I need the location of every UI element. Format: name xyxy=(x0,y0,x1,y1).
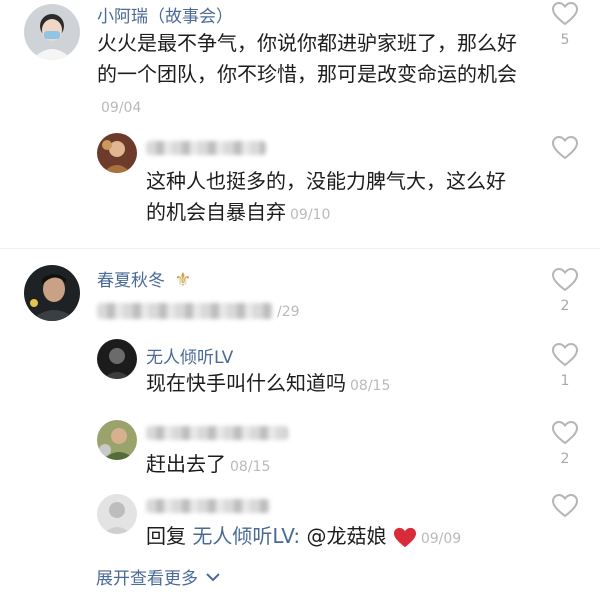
chevron-down-icon xyxy=(206,572,220,581)
heart-outline-icon xyxy=(552,268,578,292)
comment-author-name[interactable] xyxy=(146,423,288,443)
heart-outline-icon xyxy=(552,343,578,367)
comment-text: 现在快手叫什么知道吗 08/15 xyxy=(146,371,391,395)
red-heart-emoji-icon xyxy=(393,527,416,547)
like-button[interactable]: 2 xyxy=(550,268,580,314)
comment-date: /29 xyxy=(277,304,300,320)
comment-author-name[interactable]: 无人倾听LV xyxy=(146,343,233,368)
comment-text: 这种人也挺多的，没能力脾气大，这么好的机会自暴自弃 09/10 xyxy=(146,169,506,224)
like-button[interactable]: 1 xyxy=(550,343,580,389)
heart-outline-icon xyxy=(552,2,578,26)
blurred-username xyxy=(146,141,266,155)
comment-date: 09/09 xyxy=(420,531,462,547)
expand-more-button[interactable]: 展开查看更多 xyxy=(96,564,220,589)
like-count: 1 xyxy=(560,373,570,389)
heart-outline-icon xyxy=(552,421,578,445)
comment-text: 回复 无人倾听LV: @龙菇娘 09/09 xyxy=(146,524,462,548)
like-count: 5 xyxy=(560,32,570,48)
like-count: 2 xyxy=(560,298,570,314)
expand-more-label: 展开查看更多 xyxy=(96,569,198,589)
heart-outline-icon xyxy=(552,136,578,160)
comment-date: 08/15 xyxy=(350,378,391,394)
avatar[interactable] xyxy=(97,133,137,173)
comment-author-name[interactable]: 小阿瑞（故事会） xyxy=(97,2,233,27)
comment-text: /29 xyxy=(97,294,517,328)
avatar[interactable] xyxy=(24,265,80,321)
avatar[interactable] xyxy=(24,4,80,60)
blurred-text xyxy=(97,302,273,319)
like-button[interactable]: 5 xyxy=(550,2,580,48)
comment-text: 赶出去了 08/15 xyxy=(146,452,271,476)
comment-text: 火火是最不争气，你说你都进驴家班了，那么好的一个团队，你不珍惜，那可是改变命运的… xyxy=(97,31,517,116)
comment-date: 09/10 xyxy=(290,207,331,223)
comment-author-name[interactable] xyxy=(146,496,270,516)
blurred-username xyxy=(146,499,270,513)
like-button[interactable] xyxy=(550,136,580,160)
comment-author-name[interactable] xyxy=(146,138,266,158)
comment-date: 09/04 xyxy=(101,100,142,116)
like-count: 2 xyxy=(560,451,570,467)
avatar[interactable] xyxy=(97,494,137,534)
blurred-username xyxy=(146,426,288,440)
reply-mention[interactable]: 无人倾听LV: xyxy=(192,524,300,548)
like-button[interactable]: 2 xyxy=(550,421,580,467)
comment-author-name[interactable]: 春夏秋冬 ⚜ xyxy=(97,266,191,291)
like-button[interactable] xyxy=(550,494,580,518)
heart-outline-icon xyxy=(552,494,578,518)
avatar[interactable] xyxy=(97,339,137,379)
avatar[interactable] xyxy=(97,420,137,460)
fleur-de-lis-icon: ⚜ xyxy=(174,269,192,291)
divider xyxy=(0,248,600,249)
comment-date: 08/15 xyxy=(230,459,271,475)
